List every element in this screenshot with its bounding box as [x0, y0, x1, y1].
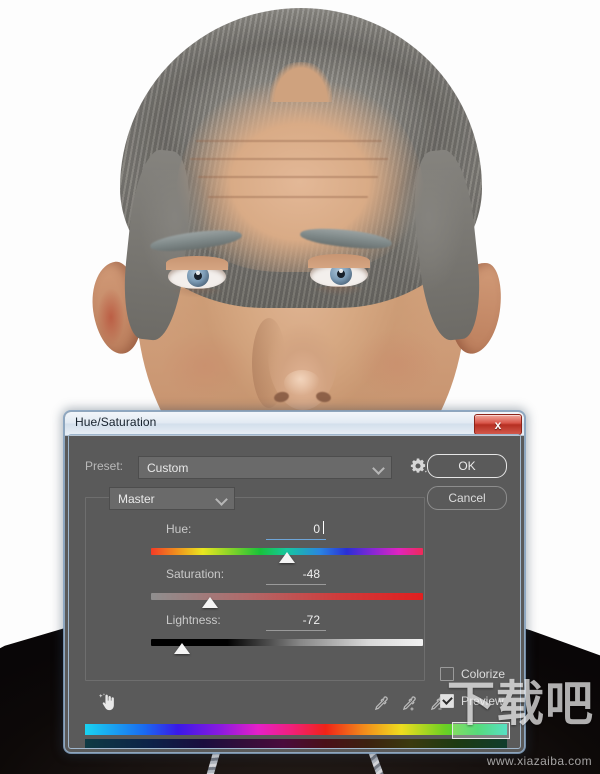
colorize-checkbox-row[interactable]: Colorize [440, 667, 505, 681]
preview-checkbox[interactable] [440, 694, 454, 708]
hue-slider-thumb[interactable] [279, 552, 295, 563]
right-undereye-shadow [310, 286, 368, 296]
hue-spectrum-bar-bottom[interactable] [85, 739, 507, 748]
left-cheek-blush [160, 330, 250, 400]
chevron-down-icon [372, 462, 385, 475]
colorize-checkbox[interactable] [440, 667, 454, 681]
dialog-titlebar[interactable]: Hue/Saturation x [65, 412, 524, 436]
saturation-label: Saturation: [166, 567, 225, 581]
saturation-value-underline [266, 584, 326, 585]
saturation-value[interactable]: -48 [274, 567, 320, 581]
hue-spectrum-bar-top[interactable] [85, 724, 507, 735]
left-undereye-shadow [168, 288, 226, 298]
preset-value: Custom [147, 460, 189, 475]
saturation-slider-track[interactable] [151, 593, 423, 600]
lightness-value-underline [266, 630, 326, 631]
adjustments-groupbox [85, 497, 425, 681]
forehead-wrinkle [190, 158, 388, 160]
dialog-body: Preset: Custom OK Cancel Master Hue: 0 S… [69, 436, 520, 748]
left-ear-shadow [97, 288, 125, 346]
hue-value-underline [266, 539, 326, 540]
cancel-button[interactable]: Cancel [427, 486, 507, 510]
channel-value: Master [118, 491, 155, 506]
left-eyelid [166, 256, 228, 270]
eyedropper-icon[interactable] [372, 695, 390, 713]
right-cheek-blush [352, 328, 442, 398]
ok-button[interactable]: OK [427, 454, 507, 478]
lightness-slider-track[interactable] [151, 639, 423, 646]
lightness-value[interactable]: -72 [274, 613, 320, 627]
forehead-wrinkle [198, 176, 378, 178]
close-icon[interactable]: x [474, 414, 522, 435]
lightness-label: Lightness: [166, 613, 221, 627]
chevron-down-icon [215, 493, 228, 506]
right-eye-glint [339, 269, 343, 273]
saturation-slider-thumb[interactable] [202, 597, 218, 608]
lightness-slider-thumb[interactable] [174, 643, 190, 654]
preset-label: Preset: [85, 459, 124, 473]
hue-label: Hue: [166, 522, 192, 536]
right-eyelid [308, 254, 370, 268]
nose-highlight [284, 370, 320, 396]
channel-dropdown[interactable]: Master [109, 487, 235, 510]
preview-label: Preview [461, 694, 504, 708]
hue-saturation-dialog: Hue/Saturation x Preset: Custom OK Cance… [64, 411, 525, 753]
hue-value[interactable]: 0 [274, 522, 320, 536]
dialog-title: Hue/Saturation [75, 415, 157, 429]
hue-text-caret [323, 521, 324, 534]
right-temple-hair [394, 170, 464, 290]
preset-dropdown[interactable]: Custom [138, 456, 392, 479]
gear-icon[interactable] [409, 457, 427, 475]
receding-hairline [270, 62, 332, 102]
preview-checkbox-row[interactable]: Preview [440, 694, 504, 708]
targeted-adjustment-hand-icon[interactable] [97, 692, 119, 714]
spectrum-range-handle[interactable] [452, 722, 510, 739]
colorize-label: Colorize [461, 667, 506, 681]
forehead-wrinkle [196, 140, 382, 142]
eyedropper-add-icon[interactable] [400, 695, 418, 713]
forehead-wrinkle [208, 196, 368, 198]
left-eye-glint [196, 271, 200, 275]
